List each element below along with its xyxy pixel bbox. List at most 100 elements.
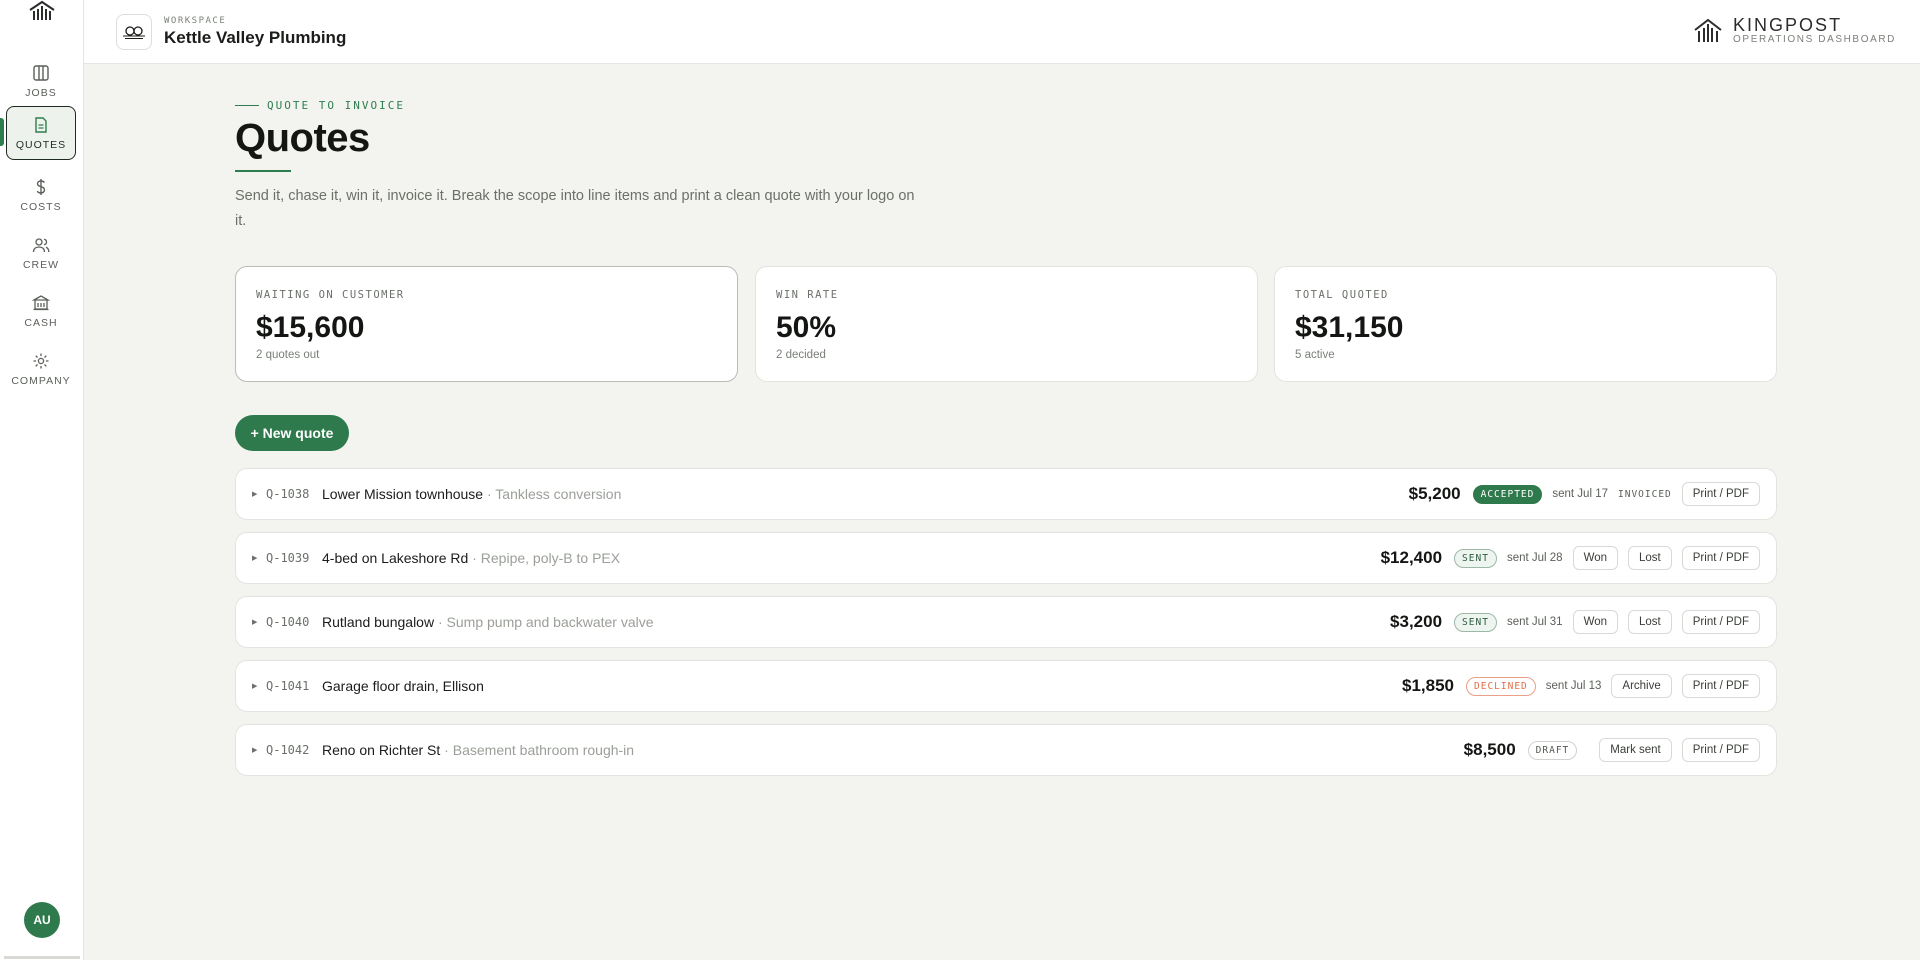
quote-amount: $12,400: [1380, 548, 1443, 567]
page-title: Quotes: [235, 116, 370, 160]
sidebar-item-quotes[interactable]: QUOTES: [6, 106, 76, 160]
top-bar: WORKSPACE Kettle Valley Plumbing KINGPOS…: [84, 0, 1920, 64]
sidebar-item-jobs[interactable]: JOBS: [6, 54, 76, 108]
quote-id: Q-1042: [266, 743, 310, 757]
brand-title: KINGPOST: [1733, 15, 1843, 35]
stat-card-waiting[interactable]: WAITING ON CUSTOMER $15,600 2 quotes out: [235, 266, 738, 382]
sent-date: sent Jul 28: [1506, 552, 1563, 564]
quote-separator: ·: [468, 550, 481, 566]
dollar-icon: [36, 178, 46, 195]
won-button[interactable]: Won: [1572, 546, 1619, 570]
quote-id: Q-1041: [266, 679, 310, 693]
sent-date: sent Jul 17: [1552, 488, 1608, 500]
print-pdf-button[interactable]: Print / PDF: [1681, 674, 1760, 698]
gear-icon: [33, 353, 49, 368]
sidebar-item-crew[interactable]: CREW: [6, 226, 76, 280]
quote-row[interactable]: ▶ Q-1040 Rutland bungalow · Sump pump an…: [235, 596, 1777, 648]
expand-caret-icon[interactable]: ▶: [252, 618, 257, 626]
quote-amount: $3,200: [1390, 612, 1443, 631]
stat-value: $31,150: [1295, 311, 1404, 344]
stat-card-total-quoted[interactable]: TOTAL QUOTED $31,150 5 active: [1274, 266, 1777, 382]
bank-icon: [32, 294, 50, 310]
invoiced-label: INVOICED: [1618, 488, 1672, 500]
stat-label: WIN RATE: [776, 289, 839, 301]
quote-subtitle: Sump pump and backwater valve: [446, 614, 654, 630]
sidebar: JOBS QUOTES COSTS CREW CASH COMPANY AU: [0, 0, 84, 960]
sidebar-item-company[interactable]: COMPANY: [6, 342, 76, 396]
stat-card-win-rate[interactable]: WIN RATE 50% 2 decided: [755, 266, 1258, 382]
kicker-line: [235, 105, 259, 106]
quote-title: Reno on Richter St · Basement bathroom r…: [322, 742, 634, 758]
stat-value: 50%: [776, 311, 837, 344]
quote-amount: $8,500: [1463, 740, 1516, 759]
expand-caret-icon[interactable]: ▶: [252, 554, 257, 562]
quote-row[interactable]: ▶ Q-1038 Lower Mission townhouse · Tankl…: [235, 468, 1777, 520]
people-icon: [32, 237, 50, 252]
archive-button[interactable]: Archive: [1611, 674, 1672, 698]
quote-amount: $1,850: [1402, 676, 1455, 695]
quote-id: Q-1039: [266, 551, 310, 565]
expand-caret-icon[interactable]: ▶: [252, 746, 257, 754]
workspace-kicker: WORKSPACE: [164, 16, 227, 26]
won-button[interactable]: Won: [1572, 610, 1619, 634]
title-underline: [235, 170, 291, 172]
quote-actions: $8,500 DRAFT Mark sent Print / PDF: [1464, 738, 1760, 762]
workspace-logo-icon: [123, 26, 145, 39]
print-pdf-button[interactable]: Print / PDF: [1681, 482, 1760, 506]
lost-button[interactable]: Lost: [1628, 610, 1672, 634]
sidebar-item-cash[interactable]: CASH: [6, 284, 76, 338]
print-pdf-button[interactable]: Print / PDF: [1681, 546, 1760, 570]
kingpost-logo-icon: [29, 0, 55, 20]
quote-title: Garage floor drain, Ellison: [322, 678, 484, 694]
quote-subtitle: Tankless conversion: [495, 486, 622, 502]
quote-actions: $12,400 SENT sent Jul 28 Won Lost Print …: [1381, 546, 1760, 570]
active-indicator: [0, 118, 4, 146]
stat-value: $15,600: [256, 311, 365, 344]
quote-row[interactable]: ▶ Q-1039 4-bed on Lakeshore Rd · Repipe,…: [235, 532, 1777, 584]
expand-caret-icon[interactable]: ▶: [252, 682, 257, 690]
page-kicker: QUOTE TO INVOICE: [235, 99, 405, 112]
quote-actions: $1,850 DECLINED sent Jul 13 Archive Prin…: [1402, 674, 1760, 698]
quote-row[interactable]: ▶ Q-1041 Garage floor drain, Ellison $1,…: [235, 660, 1777, 712]
quote-title-text: Lower Mission townhouse: [322, 486, 484, 502]
quote-separator: ·: [440, 742, 453, 758]
sent-date: sent Jul 31: [1506, 616, 1563, 628]
sidebar-scrollbar[interactable]: [4, 956, 80, 959]
print-pdf-button[interactable]: Print / PDF: [1681, 738, 1760, 762]
lost-button[interactable]: Lost: [1628, 546, 1672, 570]
quote-title: 4-bed on Lakeshore Rd · Repipe, poly-B t…: [322, 550, 620, 566]
new-quote-button[interactable]: + New quote: [235, 415, 349, 451]
sent-date: sent Jul 13: [1545, 680, 1602, 692]
sidebar-item-label: QUOTES: [15, 138, 67, 151]
workspace-name[interactable]: Kettle Valley Plumbing: [164, 28, 346, 48]
quote-title-text: Rutland bungalow: [322, 614, 435, 630]
expand-caret-icon[interactable]: ▶: [252, 490, 257, 498]
quote-title: Rutland bungalow · Sump pump and backwat…: [322, 614, 654, 630]
quote-title: Lower Mission townhouse · Tankless conve…: [322, 486, 621, 502]
avatar[interactable]: AU: [24, 902, 60, 938]
sidebar-item-label: CASH: [24, 316, 58, 329]
stat-sub: 5 active: [1295, 349, 1335, 361]
quote-title-text: Reno on Richter St: [322, 742, 441, 758]
stat-sub: 2 quotes out: [256, 349, 320, 361]
quote-row[interactable]: ▶ Q-1042 Reno on Richter St · Basement b…: [235, 724, 1777, 776]
status-badge: SENT: [1454, 548, 1497, 568]
quote-separator: ·: [434, 614, 447, 630]
print-pdf-button[interactable]: Print / PDF: [1681, 610, 1760, 634]
workspace-logo[interactable]: [116, 14, 152, 50]
sidebar-item-costs[interactable]: COSTS: [6, 168, 76, 222]
brand-subtitle: OPERATIONS DASHBOARD: [1733, 34, 1896, 45]
status-badge: SENT: [1454, 612, 1497, 632]
quote-actions: $3,200 SENT sent Jul 31 Won Lost Print /…: [1390, 610, 1760, 634]
stat-label: WAITING ON CUSTOMER: [256, 289, 405, 301]
mark-sent-button[interactable]: Mark sent: [1599, 738, 1672, 762]
sidebar-item-label: COMPANY: [11, 374, 71, 387]
sidebar-item-label: COSTS: [20, 200, 62, 213]
stat-sub: 2 decided: [776, 349, 826, 361]
quote-amount: $5,200: [1408, 484, 1461, 503]
sidebar-item-label: JOBS: [25, 86, 57, 99]
quote-separator: ·: [483, 486, 496, 502]
columns-icon: [33, 64, 49, 81]
stat-label: TOTAL QUOTED: [1295, 289, 1389, 301]
document-icon: [35, 116, 47, 133]
